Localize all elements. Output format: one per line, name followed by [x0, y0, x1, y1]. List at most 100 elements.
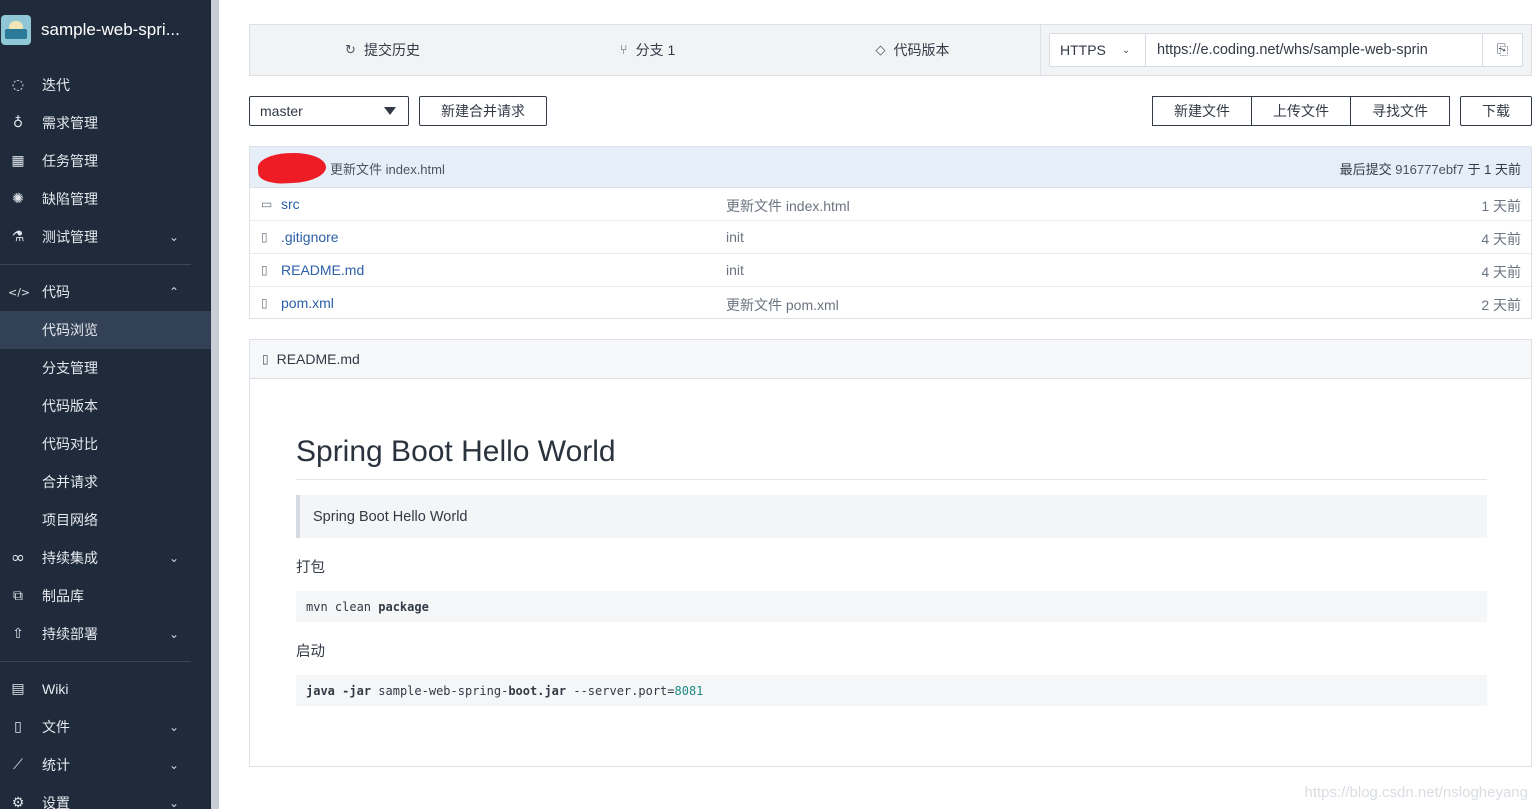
sidebar-item-branches[interactable]: 分支管理 — [0, 349, 211, 387]
tab-branches[interactable]: ⑂ 分支 1 — [515, 25, 780, 75]
sidebar-item-compare[interactable]: 代码对比 — [0, 425, 211, 463]
last-commit-label: 最后提交 — [1339, 162, 1392, 177]
commit-message-link[interactable]: 更新文件 pom.xml — [726, 295, 839, 315]
project-header[interactable]: sample-web-spri... — [0, 12, 211, 48]
sidebar-item-files[interactable]: ▯ 文件 ⌄ — [0, 708, 211, 746]
code-text: mvn clean — [306, 599, 379, 614]
sidebar-item-merge-requests[interactable]: 合并请求 — [0, 463, 211, 501]
find-file-button[interactable]: 寻找文件 — [1350, 96, 1450, 126]
sidebar-divider — [0, 661, 191, 662]
file-name-link[interactable]: .gitignore — [281, 229, 339, 245]
new-merge-request-button[interactable]: 新建合并请求 — [419, 96, 547, 126]
branch-select[interactable]: master — [249, 96, 409, 126]
sidebar-item-label: 设置 — [42, 795, 70, 809]
sidebar-item-code-browse[interactable]: 代码浏览 — [0, 311, 211, 349]
sidebar-item-stats[interactable]: ⟋ 统计 ⌄ — [0, 746, 211, 784]
protocol-label: HTTPS — [1060, 42, 1106, 58]
readme-section-start: 启动 — [296, 644, 325, 660]
chevron-down-icon: ⌄ — [168, 230, 179, 244]
readme-section-package: 打包 — [296, 560, 325, 576]
readme-header: ▯ README.md — [250, 340, 1531, 379]
sidebar-item-iteration[interactable]: ◌ 迭代 — [0, 66, 211, 104]
table-row: ▯ pom.xml 更新文件 pom.xml 2 天前 — [250, 287, 1531, 320]
clone-box: HTTPS ⌄ https://e.coding.net/whs/sample-… — [1049, 33, 1523, 67]
commit-message-link[interactable]: init — [726, 262, 744, 278]
file-icon: ▯ — [262, 352, 269, 366]
file-name-link[interactable]: src — [281, 196, 300, 212]
sidebar-item-label: 代码版本 — [42, 398, 98, 414]
code-text: --server.port= — [566, 683, 675, 698]
clone-url-field[interactable]: https://e.coding.net/whs/sample-web-spri… — [1146, 34, 1482, 66]
commit-time: 2 天前 — [1481, 297, 1521, 313]
last-commit-message[interactable]: 更新文件 index.html — [330, 159, 445, 178]
project-name: sample-web-spri... — [41, 20, 180, 39]
code-keyword: boot.jar — [508, 683, 567, 698]
readme-blockquote: Spring Boot Hello World — [296, 495, 1487, 538]
sidebar-item-label: 代码 — [42, 284, 70, 300]
sidebar-item-label: 迭代 — [42, 77, 70, 93]
sidebar-item-requirements[interactable]: ♁ 需求管理 — [0, 104, 211, 142]
readme-panel: ▯ README.md Spring Boot Hello World Spri… — [249, 339, 1532, 767]
sidebar-item-label: 需求管理 — [42, 115, 98, 131]
sidebar-item-label: 缺陷管理 — [42, 191, 98, 207]
sidebar-item-tasks[interactable]: ▦ 任务管理 — [0, 142, 211, 180]
sidebar-item-settings[interactable]: ⚙ 设置 ⌄ — [0, 784, 211, 809]
sidebar-item-label: 代码浏览 — [42, 322, 98, 338]
sidebar-item-wiki[interactable]: ▤ Wiki — [0, 670, 211, 708]
readme-code-package: mvn clean package — [296, 591, 1487, 622]
code-flag: -jar — [342, 683, 372, 698]
chart-icon: ⟋ — [13, 757, 23, 773]
chevron-down-icon: ⌄ — [168, 551, 179, 565]
chevron-down-icon: ⌄ — [1121, 44, 1131, 56]
watermark: https://blog.csdn.net/nslogheyang — [1304, 784, 1529, 801]
chevron-up-icon: ⌃ — [168, 285, 179, 299]
last-commit-meta: 最后提交 916777ebf7 于 1 天前 — [1340, 159, 1521, 178]
commit-message-link[interactable]: 更新文件 index.html — [726, 196, 850, 216]
branch-select-value: master — [260, 103, 303, 119]
sidebar-item-code[interactable]: </> 代码 ⌃ — [0, 273, 211, 311]
task-icon: ▦ — [11, 153, 25, 169]
sidebar-item-cd[interactable]: ⇧ 持续部署 ⌄ — [0, 615, 211, 653]
wiki-icon: ▤ — [11, 681, 25, 697]
sidebar-item-artifacts[interactable]: ⧉ 制品库 — [0, 577, 211, 615]
readme-code-start: java -jar sample-web-spring-boot.jar --s… — [296, 675, 1487, 706]
sidebar-item-label: 文件 — [42, 719, 70, 735]
folder-icon: ▭ — [261, 197, 273, 211]
file-icon: ▯ — [14, 719, 22, 735]
sidebar-item-network[interactable]: 项目网络 — [0, 501, 211, 539]
sidebar-item-testing[interactable]: ⚗ 测试管理 ⌄ — [0, 218, 211, 256]
infinity-icon: ∞ — [10, 548, 26, 568]
file-name-link[interactable]: pom.xml — [281, 295, 334, 311]
sidebar-item-label: 分支管理 — [42, 360, 98, 376]
commit-time: 4 天前 — [1481, 231, 1521, 247]
sidebar-item-label: 代码对比 — [42, 436, 98, 452]
commit-message-link[interactable]: init — [726, 229, 744, 245]
table-row: ▭ src 更新文件 index.html 1 天前 — [250, 188, 1531, 221]
repo-topbar: ↻ 提交历史 ⑂ 分支 1 ◇ 代码版本 HTTPS ⌄ https://e.c… — [249, 24, 1532, 76]
last-commit-hash[interactable]: 916777ebf7 — [1395, 162, 1464, 177]
chevron-down-icon: ⌄ — [168, 758, 179, 772]
sidebar-item-label: 测试管理 — [42, 229, 98, 245]
sidebar-item-label: 统计 — [42, 757, 70, 773]
tab-commit-history[interactable]: ↻ 提交历史 — [250, 25, 515, 75]
upload-file-button[interactable]: 上传文件 — [1251, 96, 1351, 126]
sidebar-item-defects[interactable]: ✺ 缺陷管理 — [0, 180, 211, 218]
copy-icon[interactable]: ⎘ — [1482, 34, 1522, 66]
commit-time: 4 天前 — [1481, 264, 1521, 280]
tab-label: 提交历史 — [363, 42, 420, 58]
new-file-button[interactable]: 新建文件 — [1152, 96, 1252, 126]
sidebar-item-versions[interactable]: 代码版本 — [0, 387, 211, 425]
branch-icon: ⑂ — [619, 42, 628, 58]
file-name-link[interactable]: README.md — [281, 262, 364, 278]
sidebar-item-label: 持续集成 — [42, 550, 98, 566]
protocol-select[interactable]: HTTPS ⌄ — [1050, 34, 1146, 66]
file-icon: ▯ — [261, 263, 268, 277]
readme-divider — [296, 479, 1487, 480]
download-button[interactable]: 下载 — [1460, 96, 1532, 126]
history-icon: ↻ — [345, 42, 356, 58]
tab-label: 分支 1 — [635, 42, 676, 58]
tab-label: 代码版本 — [893, 42, 950, 58]
tab-versions[interactable]: ◇ 代码版本 — [780, 25, 1045, 75]
sidebar-scrollbar[interactable] — [211, 0, 219, 809]
sidebar-item-ci[interactable]: ∞ 持续集成 ⌄ — [0, 539, 211, 577]
